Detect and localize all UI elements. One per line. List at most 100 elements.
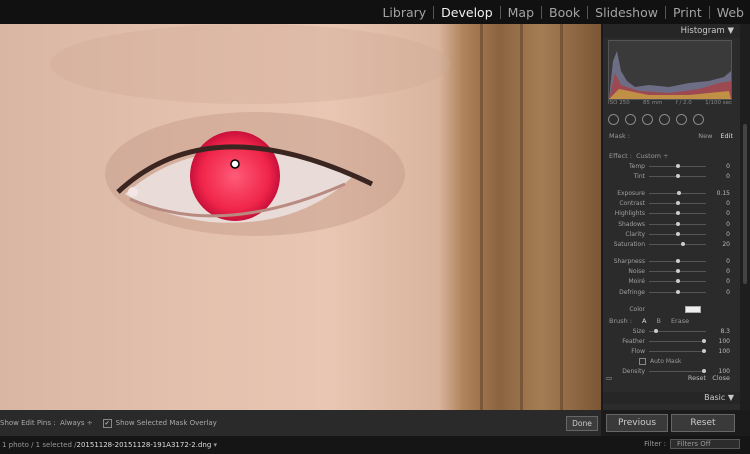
slider-track[interactable] (649, 369, 706, 374)
spot-removal-icon[interactable] (625, 113, 636, 125)
overlay-checkbox[interactable]: ✔ (102, 418, 112, 428)
slider-track[interactable] (649, 338, 706, 343)
slider-thumb[interactable] (654, 328, 659, 333)
slider-moir[interactable]: Moiré 0 (609, 277, 733, 287)
histogram-header[interactable]: Histogram ▼ (603, 24, 740, 38)
brush-a-tab[interactable]: A (642, 317, 646, 325)
slider-temp[interactable]: Temp 0 (609, 161, 733, 171)
scroll-thumb[interactable] (743, 124, 747, 284)
slider-track[interactable] (649, 328, 706, 333)
show-pins-dropdown[interactable]: Always (60, 419, 85, 427)
slider-thumb[interactable] (675, 173, 680, 178)
effect-dropdown[interactable]: Custom (636, 152, 661, 160)
mask-edit-button[interactable]: Edit (720, 132, 733, 140)
slider-size[interactable]: Size 8.3 (609, 326, 733, 336)
slider-contrast[interactable]: Contrast 0 (609, 199, 733, 209)
slider-track[interactable] (649, 173, 706, 178)
reset-button[interactable]: Reset (671, 414, 735, 432)
color-row[interactable]: Color (609, 304, 733, 314)
mask-reset-button[interactable]: Reset (688, 374, 706, 382)
panel-footer: ▭ Reset Close (606, 374, 730, 382)
histogram-info: ISO 250 85 mm f / 2.0 1/100 sec (608, 100, 732, 106)
slider-highlights[interactable]: Highlights 0 (609, 209, 733, 219)
adjustment-sliders: Effect : Custom ÷ Temp 0 Tint 0 Exposure 0.1… (609, 150, 733, 314)
slider-track[interactable] (649, 231, 706, 236)
basic-panel-header[interactable]: Basic ▼ (603, 392, 740, 404)
slider-track[interactable] (649, 241, 706, 246)
slider-track[interactable] (649, 190, 706, 195)
slider-track[interactable] (649, 289, 706, 294)
slider-track[interactable] (649, 348, 706, 353)
module-map[interactable]: Map (501, 5, 543, 19)
slider-exposure[interactable]: Exposure 0.15 (609, 188, 733, 198)
brush-erase-tab[interactable]: Erase (671, 317, 689, 325)
module-develop[interactable]: Develop (434, 5, 501, 19)
slider-sharpness[interactable]: Sharpness 0 (609, 257, 733, 267)
module-print[interactable]: Print (666, 5, 710, 19)
slider-track[interactable] (649, 279, 706, 284)
slider-thumb[interactable] (675, 163, 680, 168)
color-swatch[interactable] (685, 305, 701, 313)
slider-thumb[interactable] (676, 190, 681, 195)
slider-thumb[interactable] (675, 231, 680, 236)
mask-close-button[interactable]: Close (712, 374, 730, 382)
slider-thumb[interactable] (702, 369, 706, 374)
slider-thumb[interactable] (675, 289, 680, 294)
brush-section: Brush : A B Erase Size 8.3 Feather 100 Flow 100 … (609, 316, 733, 377)
slider-thumb[interactable] (675, 259, 680, 264)
slider-thumb[interactable] (675, 269, 680, 274)
effect-row[interactable]: Effect : Custom ÷ (609, 150, 733, 161)
slider-thumb[interactable] (680, 241, 685, 246)
filter-dropdown[interactable]: Filters Off (670, 439, 740, 449)
mask-new-button[interactable]: New (698, 132, 712, 140)
slider-thumb[interactable] (702, 348, 706, 353)
graduated-filter-icon[interactable] (659, 113, 670, 125)
auto-mask-row[interactable]: Auto Mask (609, 357, 733, 367)
slider-thumb[interactable] (675, 221, 680, 226)
slider-track[interactable] (649, 269, 706, 274)
filter-control: Filter : Filters Off (644, 439, 740, 449)
slider-clarity[interactable]: Clarity 0 (609, 229, 733, 239)
slider-track[interactable] (649, 201, 706, 206)
slider-thumb[interactable] (675, 279, 680, 284)
slider-track[interactable] (649, 211, 706, 216)
slider-noise[interactable]: Noise 0 (609, 267, 733, 277)
panel-scrollbar[interactable] (740, 24, 750, 410)
module-web[interactable]: Web (710, 6, 750, 19)
slider-defringe[interactable]: Defringe 0 (609, 287, 733, 297)
adjustment-brush-icon[interactable] (693, 113, 704, 125)
slider-tint[interactable]: Tint 0 (609, 171, 733, 181)
tool-strip (608, 112, 732, 126)
brush-b-tab[interactable]: B (656, 317, 660, 325)
radial-filter-icon[interactable] (676, 113, 687, 125)
slider-track[interactable] (649, 163, 706, 168)
slider-thumb[interactable] (675, 201, 680, 206)
slider-flow[interactable]: Flow 100 (609, 346, 733, 356)
red-eye-icon[interactable] (642, 113, 653, 125)
previous-button[interactable]: Previous (606, 414, 668, 432)
edit-toolbar: Show Edit Pins : Always ÷ ✔ Show Selecte… (0, 410, 601, 436)
module-book[interactable]: Book (542, 5, 589, 19)
module-picker: Library Develop Map Book Slideshow Print Web (375, 0, 750, 24)
develop-panel: Histogram ▼ ISO 250 85 mm f / 2.0 1/100 … (603, 24, 740, 410)
edit-pin (230, 159, 240, 169)
slider-feather[interactable]: Feather 100 (609, 336, 733, 346)
module-library[interactable]: Library (375, 5, 435, 19)
mask-row: Mask : New Edit (609, 132, 733, 140)
slider-track[interactable] (649, 259, 706, 264)
photo-canvas[interactable] (0, 24, 601, 410)
slider-track[interactable] (649, 221, 706, 226)
auto-mask-checkbox[interactable] (639, 358, 646, 366)
filename-label[interactable]: 20151128-20151128-191A3172-2.dng (77, 441, 212, 449)
histogram (608, 40, 732, 100)
crop-icon[interactable] (608, 113, 619, 125)
done-button[interactable]: Done (566, 416, 598, 431)
slider-thumb[interactable] (675, 211, 680, 216)
slider-shadows[interactable]: Shadows 0 (609, 219, 733, 229)
eye-illustration (50, 24, 450, 236)
panel-toggle-icon[interactable]: ▭ (606, 374, 612, 382)
module-slideshow[interactable]: Slideshow (588, 5, 666, 19)
slider-saturation[interactable]: Saturation 20 (609, 239, 733, 249)
slider-thumb[interactable] (702, 338, 706, 343)
module-bar: Library Develop Map Book Slideshow Print Web (0, 0, 750, 24)
